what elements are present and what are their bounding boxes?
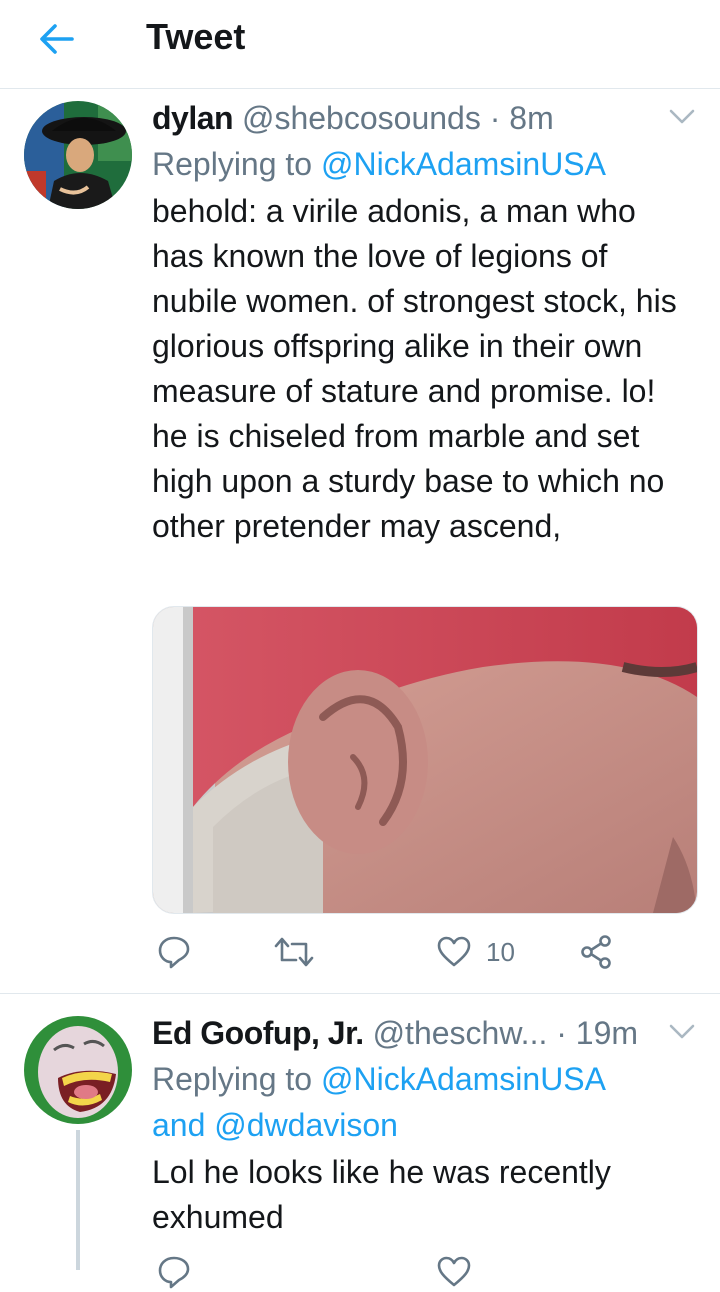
app-header: Tweet (0, 0, 720, 89)
page-title: Tweet (146, 16, 246, 57)
reply-icon (158, 936, 190, 969)
back-button[interactable] (36, 18, 78, 60)
tweet-text: behold: a virile adonis, a man who has k… (152, 193, 677, 544)
meta-separator: · (489, 100, 501, 136)
replying-to: Replying to @NickAdamsinUSA and @dwdavis… (152, 1056, 696, 1148)
like-count: 10 (486, 936, 515, 967)
author-handle[interactable]: @theschw... (373, 1015, 548, 1051)
replying-to-label: Replying to (152, 146, 313, 182)
thread-line (76, 1130, 80, 1270)
tweet-text: Lol he looks like he was recently exhume… (152, 1154, 611, 1235)
reply-icon (158, 1256, 190, 1289)
avatar[interactable] (24, 101, 132, 209)
retweet-button[interactable] (274, 927, 314, 977)
tweet-content: Ed Goofup, Jr. @theschw... · 19m Replyin… (152, 1010, 696, 1240)
heart-icon (437, 936, 471, 967)
replying-to-label: Replying to (152, 1061, 313, 1097)
reply-button[interactable] (156, 927, 192, 977)
author-name[interactable]: Ed Goofup, Jr. (152, 1015, 364, 1051)
tweet-time[interactable]: 8m (509, 100, 553, 136)
tweet-content: dylan @shebcosounds · 8m Replying to @Ni… (152, 95, 696, 549)
author-name[interactable]: dylan (152, 100, 234, 136)
reply-button[interactable] (156, 1252, 192, 1292)
meta-separator: · (556, 1015, 567, 1051)
chevron-down-icon[interactable] (668, 107, 696, 127)
like-button[interactable] (436, 1252, 472, 1292)
author-handle[interactable]: @shebcosounds (242, 100, 481, 136)
chevron-down-icon[interactable] (668, 1022, 696, 1042)
mention-link[interactable]: @dwdavison (214, 1107, 398, 1143)
mention-conjunction: and (152, 1107, 206, 1143)
replying-to: Replying to @NickAdamsinUSA (152, 141, 696, 187)
tweet-meta: Ed Goofup, Jr. @theschw... · 19m (152, 1010, 696, 1056)
mention-link[interactable]: @NickAdamsinUSA (321, 146, 606, 182)
tweet-media-photo[interactable] (152, 606, 698, 914)
heart-icon (437, 1256, 471, 1287)
tweet-meta: dylan @shebcosounds · 8m (152, 95, 696, 141)
share-icon (581, 935, 611, 969)
share-button[interactable] (578, 927, 614, 977)
avatar[interactable] (24, 1016, 132, 1124)
tweet[interactable]: dylan @shebcosounds · 8m Replying to @Ni… (0, 89, 720, 994)
like-button[interactable]: 10 (436, 927, 515, 977)
tweet-actions (152, 1252, 672, 1292)
tweet-time[interactable]: 19m (576, 1015, 638, 1051)
arrow-left-icon (40, 24, 74, 54)
retweet-icon (274, 937, 314, 967)
tweet[interactable]: Ed Goofup, Jr. @theschw... · 19m Replyin… (0, 994, 720, 1289)
tweet-actions: 10 (152, 927, 672, 977)
mention-link[interactable]: @NickAdamsinUSA (321, 1061, 606, 1097)
